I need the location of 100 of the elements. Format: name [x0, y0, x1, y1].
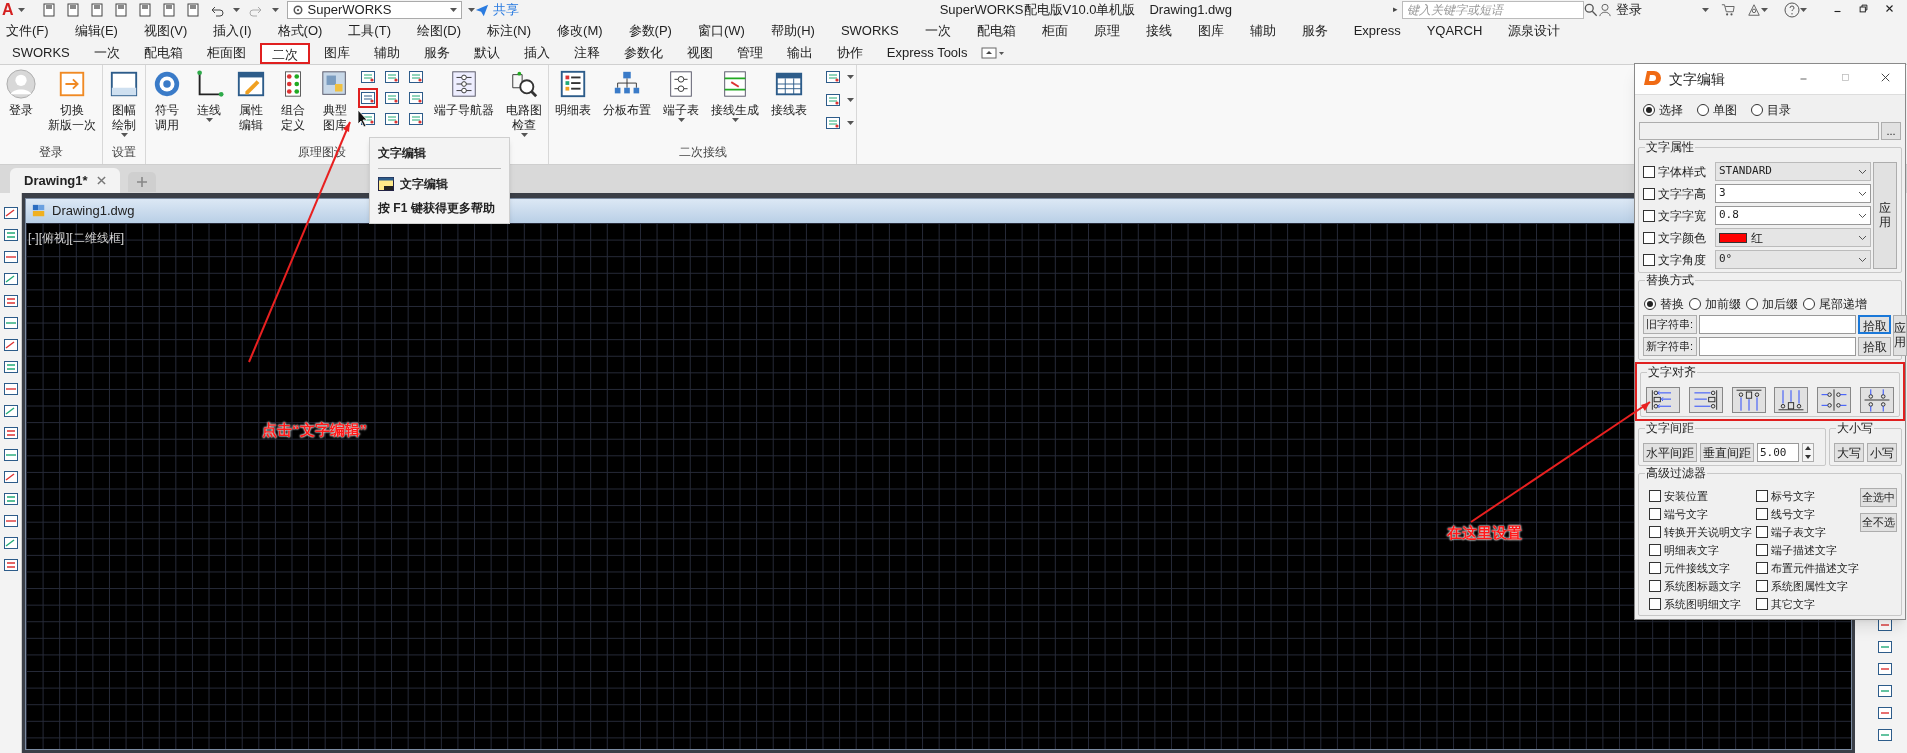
ribbon-button[interactable]: 接线生成: [707, 65, 763, 122]
ribbon-tab[interactable]: 协作: [826, 42, 873, 64]
radio-option[interactable]: 替换: [1644, 295, 1684, 313]
save-icon[interactable]: [136, 2, 153, 18]
ribbon-button[interactable]: 组合 定义: [274, 65, 312, 133]
ribbon-button[interactable]: 连线: [190, 65, 228, 122]
ribbon-button[interactable]: 典型 图库: [316, 65, 354, 133]
ribbon-tab[interactable]: 配电箱: [133, 42, 193, 64]
save-icon[interactable]: [88, 2, 105, 18]
apply-button[interactable]: 应用: [1893, 315, 1907, 356]
menu-item[interactable]: 格式(O): [277, 21, 323, 41]
filter-option[interactable]: 系统图明细文字: [1649, 596, 1752, 612]
checkbox[interactable]: [1649, 580, 1661, 592]
menu-item[interactable]: Express: [1353, 21, 1401, 41]
menu-item[interactable]: 编辑(E): [74, 21, 118, 41]
viewport-label[interactable]: [-][俯视][二维线框]: [28, 231, 124, 245]
spacing-button[interactable]: 水平间距: [1643, 443, 1697, 462]
search-field[interactable]: 键入关键字或短语: [1402, 1, 1584, 19]
ribbon-tab[interactable]: 默认: [463, 42, 510, 64]
apply-button[interactable]: 应用: [1873, 162, 1897, 269]
ribbon-tab[interactable]: 管理: [726, 42, 773, 64]
menu-item[interactable]: 插入(I): [213, 21, 252, 41]
radio-option[interactable]: 加后缀: [1746, 295, 1798, 313]
ribbon-button[interactable]: 端子导航器: [430, 65, 498, 118]
select-all-button[interactable]: 全选中: [1860, 488, 1897, 507]
radio-option[interactable]: 单图: [1697, 101, 1737, 119]
text-editor-icon[interactable]: [378, 177, 394, 191]
checkbox[interactable]: [1756, 580, 1768, 592]
pick-button[interactable]: 拾取: [1858, 315, 1891, 334]
checkbox[interactable]: [1649, 544, 1661, 556]
menu-item[interactable]: 图库: [1197, 21, 1224, 41]
radio-option[interactable]: 目录: [1751, 101, 1791, 119]
app-logo[interactable]: A: [2, 2, 14, 18]
filter-option[interactable]: 明细表文字: [1649, 542, 1752, 558]
checkbox[interactable]: [1643, 187, 1655, 200]
select-none-button[interactable]: 全不选: [1860, 513, 1897, 532]
search-expand-arrow[interactable]: ▸: [1393, 3, 1398, 17]
radio-option[interactable]: 加前缀: [1689, 295, 1741, 313]
ribbon-button[interactable]: 分板布置: [599, 65, 655, 118]
radio-button[interactable]: [1643, 104, 1655, 116]
filter-option[interactable]: 端号文字: [1649, 506, 1752, 522]
logo-icon[interactable]: [1643, 70, 1663, 88]
cart-icon[interactable]: [1721, 3, 1735, 17]
spacing-button[interactable]: 垂直间距: [1700, 443, 1754, 462]
dropdown[interactable]: 0.8: [1715, 206, 1871, 225]
checkbox[interactable]: [1756, 544, 1768, 556]
ribbon-tab[interactable]: Express Tools: [876, 42, 978, 64]
align-button[interactable]: [1646, 387, 1680, 413]
align-button[interactable]: [1860, 387, 1894, 413]
workspace-dropdown[interactable]: SuperWORKS: [286, 1, 462, 19]
menu-item[interactable]: 柜面: [1041, 21, 1068, 41]
gear-icon[interactable]: [291, 4, 304, 16]
radio-button[interactable]: [1644, 298, 1656, 310]
help-icon[interactable]: [1784, 2, 1800, 18]
checkbox[interactable]: [1649, 598, 1661, 610]
menu-item[interactable]: 文件(F): [6, 21, 49, 41]
radio-button[interactable]: [1751, 104, 1763, 116]
menu-item[interactable]: 工具(T): [348, 21, 391, 41]
align-button[interactable]: [1688, 387, 1723, 413]
filter-option[interactable]: 元件接线文字: [1649, 560, 1752, 576]
ribbon-button[interactable]: 切换 新版一次: [44, 65, 100, 133]
ribbon-button[interactable]: 端子表: [659, 65, 703, 122]
ribbon-tab[interactable]: 输出: [776, 42, 823, 64]
checkbox[interactable]: [1756, 490, 1768, 502]
menu-item[interactable]: YQARCH: [1426, 21, 1483, 41]
filter-option[interactable]: 安装位置: [1649, 488, 1752, 504]
browse-button[interactable]: ...: [1881, 122, 1901, 140]
ribbon-button[interactable]: 登录: [2, 65, 40, 118]
ribbon-tab[interactable]: 参数化: [613, 42, 673, 64]
menu-item[interactable]: 一次: [924, 21, 951, 41]
user-icon[interactable]: [1598, 3, 1612, 17]
menu-item[interactable]: SWORKS: [840, 21, 899, 41]
radio-button[interactable]: [1689, 298, 1701, 310]
menu-item[interactable]: 帮助(H): [770, 21, 815, 41]
triangle-network-icon[interactable]: [1747, 3, 1761, 17]
filter-option[interactable]: 转换开关说明文字: [1649, 524, 1752, 540]
ribbon-button[interactable]: 符号 调用: [148, 65, 186, 133]
ribbon-tab[interactable]: SWORKS: [2, 42, 80, 64]
checkbox[interactable]: [1756, 508, 1768, 520]
checkbox[interactable]: [1643, 209, 1655, 222]
align-button[interactable]: [1774, 387, 1809, 413]
spin-buttons[interactable]: [1802, 443, 1814, 462]
menu-item[interactable]: 参数(P): [628, 21, 672, 41]
checkbox[interactable]: [1649, 562, 1661, 574]
ribbon-tab[interactable]: 视图: [676, 42, 723, 64]
search-icon[interactable]: [1584, 3, 1598, 17]
checkbox[interactable]: [1649, 526, 1661, 538]
ribbon-tab[interactable]: 一次: [83, 42, 130, 64]
menu-item[interactable]: 接线: [1145, 21, 1172, 41]
menu-item[interactable]: 标注(N): [487, 21, 532, 41]
login-link[interactable]: 登录: [1616, 0, 1642, 20]
ribbon-button[interactable]: 属性 编辑: [232, 65, 270, 133]
checkbox[interactable]: [1756, 562, 1768, 574]
send-icon[interactable]: [474, 3, 489, 17]
checkbox[interactable]: [1756, 526, 1768, 538]
share-button[interactable]: 共享: [492, 0, 519, 20]
menu-item[interactable]: 源泉设计: [1508, 21, 1561, 41]
dropdown[interactable]: 3: [1715, 184, 1871, 203]
ribbon-tab[interactable]: 辅助: [363, 42, 410, 64]
ribbon-button[interactable]: 图幅 绘制: [105, 65, 143, 137]
